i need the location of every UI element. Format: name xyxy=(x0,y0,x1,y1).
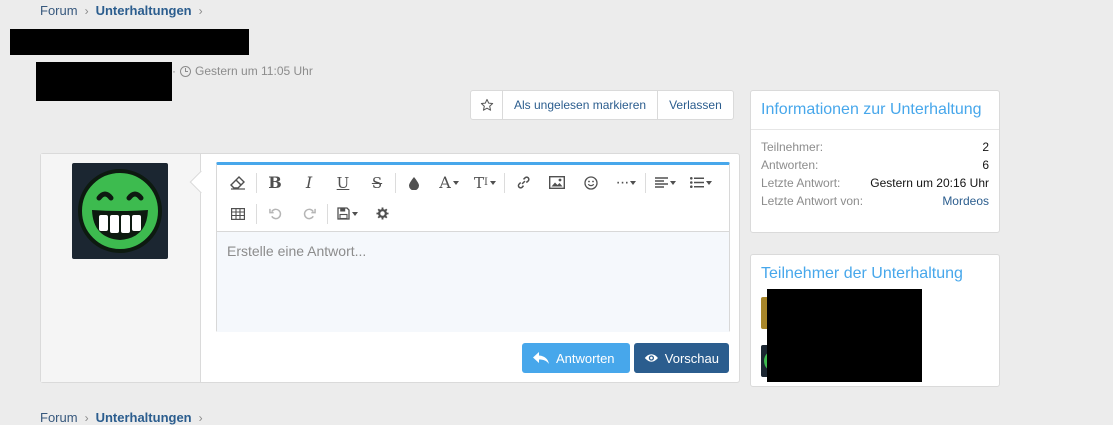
message-input[interactable]: Erstelle eine Antwort... xyxy=(217,232,729,332)
font-size-icon[interactable]: TI xyxy=(467,169,503,197)
preview-button[interactable]: Vorschau xyxy=(634,343,729,373)
info-row-participants: Teilnehmer: 2 xyxy=(761,140,989,154)
thread-action-group: Als ungelesen markieren Verlassen xyxy=(470,90,734,120)
preview-button-label: Vorschau xyxy=(664,350,719,366)
info-block-title: Informationen zur Unterhaltung xyxy=(761,101,982,118)
align-left-icon[interactable] xyxy=(647,169,683,197)
info-row-replies: Antworten: 6 xyxy=(761,158,989,172)
gear-icon[interactable] xyxy=(365,200,399,228)
leave-button[interactable]: Verlassen xyxy=(658,91,733,119)
underline-icon[interactable]: U xyxy=(326,169,360,197)
reply-button[interactable]: Antworten xyxy=(522,343,630,373)
bold-icon[interactable]: B xyxy=(258,169,292,197)
font-family-icon[interactable]: A xyxy=(431,169,467,197)
redacted-member-list xyxy=(767,289,922,382)
remove-format-icon[interactable] xyxy=(221,169,255,197)
undo-icon[interactable] xyxy=(258,200,292,228)
reply-actions: Antworten Vorschau xyxy=(522,343,729,373)
conversation-members-block: Teilnehmer der Unterhaltung xyxy=(750,254,1000,387)
chevron-right-icon: › xyxy=(198,410,203,425)
reply-block: B I U S A TI ··· Erstelle eine Antwort..… xyxy=(40,153,740,383)
last-reply-user-link[interactable]: Mordeos xyxy=(942,192,989,210)
editor-toolbar: B I U S A TI ··· xyxy=(217,165,729,232)
info-row-last-reply-by: Letzte Antwort von: Mordeos xyxy=(761,192,989,210)
info-row-last-reply: Letzte Antwort: Gestern um 20:16 Uhr xyxy=(761,176,989,190)
breadcrumb-forum-link[interactable]: Forum xyxy=(40,410,78,425)
message-editor: B I U S A TI ··· Erstelle eine Antwort..… xyxy=(216,162,730,332)
star-icon xyxy=(480,98,493,111)
italic-icon[interactable]: I xyxy=(292,169,326,197)
breadcrumb-conversations-link[interactable]: Unterhaltungen xyxy=(96,410,192,425)
post-user-sidebar xyxy=(41,154,201,382)
redacted-thread-title xyxy=(10,29,249,55)
avatar[interactable] xyxy=(72,163,168,259)
reply-button-label: Antworten xyxy=(556,350,615,366)
breadcrumb-conversations-link[interactable]: Unterhaltungen xyxy=(96,3,192,18)
mark-unread-button[interactable]: Als ungelesen markieren xyxy=(503,91,659,119)
chevron-right-icon: › xyxy=(84,410,89,425)
chevron-right-icon: › xyxy=(84,3,89,18)
watch-button[interactable] xyxy=(471,91,503,119)
save-draft-icon[interactable] xyxy=(329,200,365,228)
smiley-icon[interactable] xyxy=(574,169,608,197)
more-options-icon[interactable]: ··· xyxy=(608,169,644,197)
members-block-title: Teilnehmer der Unterhaltung xyxy=(761,265,963,282)
redo-icon[interactable] xyxy=(292,200,326,228)
breadcrumb-top: Forum › Unterhaltungen › xyxy=(40,3,210,18)
chevron-right-icon: › xyxy=(198,3,203,18)
grinning-face-icon xyxy=(78,169,162,253)
strikethrough-icon[interactable]: S xyxy=(360,169,394,197)
clock-icon xyxy=(180,65,191,77)
thread-meta: · Gestern um 11:05 Uhr xyxy=(172,64,313,78)
link-icon[interactable] xyxy=(506,169,540,197)
text-color-icon[interactable] xyxy=(397,169,431,197)
eye-icon xyxy=(644,354,658,362)
image-icon[interactable] xyxy=(540,169,574,197)
conversation-info-block: Informationen zur Unterhaltung Teilnehme… xyxy=(750,90,1000,233)
table-icon[interactable] xyxy=(221,200,255,228)
reply-icon xyxy=(533,352,549,364)
redacted-author-name xyxy=(36,62,172,101)
list-icon[interactable] xyxy=(683,169,719,197)
breadcrumb-bottom: Forum › Unterhaltungen › xyxy=(40,410,210,425)
thread-timestamp: Gestern um 11:05 Uhr xyxy=(195,64,313,78)
breadcrumb-forum-link[interactable]: Forum xyxy=(40,3,78,18)
